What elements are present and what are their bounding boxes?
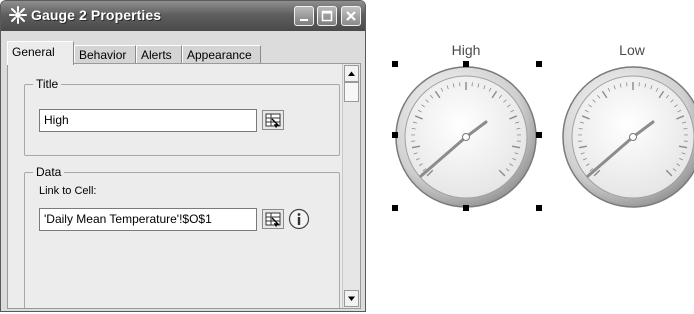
scroll-up-button[interactable]	[344, 65, 359, 82]
gauge-low-hub	[629, 133, 637, 141]
selection-handle-right[interactable]	[536, 132, 542, 138]
tab-behavior[interactable]: Behavior	[74, 45, 136, 63]
gauge-app-icon	[9, 6, 27, 24]
title-group-label: Title	[33, 77, 62, 91]
gauge-high[interactable]	[393, 64, 539, 210]
arrow-up-icon	[348, 71, 355, 76]
selection-handle-bottom-left[interactable]	[392, 205, 398, 211]
title-input[interactable]: High	[39, 109, 257, 132]
maximize-button[interactable]	[317, 6, 337, 26]
tab-strip: General Behavior Alerts Appearance	[7, 39, 361, 65]
selection-handle-top-left[interactable]	[392, 61, 398, 67]
properties-dialog: Gauge 2 Properties General Behavior Aler…	[0, 0, 366, 312]
title-bar[interactable]: Gauge 2 Properties	[1, 1, 365, 31]
scrollbar-thumb[interactable]	[344, 82, 359, 102]
minimize-icon	[300, 19, 308, 21]
link-to-cell-label: Link to Cell:	[39, 185, 97, 197]
close-icon	[346, 11, 356, 21]
maximize-icon	[321, 10, 333, 22]
general-tab-panel: Title High Data Link to Cell: 'Daily Mea…	[7, 63, 361, 309]
selection-handle-left[interactable]	[392, 132, 398, 138]
info-button[interactable]	[288, 208, 310, 230]
tab-alerts[interactable]: Alerts	[136, 45, 182, 63]
selection-handle-top[interactable]	[463, 61, 469, 67]
window-title: Gauge 2 Properties	[31, 7, 162, 23]
link-to-cell-input[interactable]: 'Daily Mean Temperature'!$O$1	[39, 208, 257, 231]
title-group: Title High	[24, 77, 340, 156]
tab-general[interactable]: General	[7, 41, 74, 65]
title-pick-button[interactable]	[262, 110, 284, 130]
gauge-low-title: Low	[619, 42, 645, 58]
gauge-low[interactable]	[560, 64, 694, 210]
arrow-down-icon	[348, 296, 355, 301]
selection-handle-bottom[interactable]	[463, 205, 469, 211]
info-icon	[288, 208, 310, 230]
cell-picker-icon	[265, 113, 281, 128]
data-group-label: Data	[33, 165, 65, 179]
vertical-scrollbar[interactable]	[342, 64, 360, 308]
close-button[interactable]	[341, 6, 361, 26]
link-pick-button[interactable]	[262, 209, 284, 229]
selection-handle-top-right[interactable]	[536, 61, 542, 67]
scroll-down-button[interactable]	[344, 290, 359, 307]
cell-picker-icon	[265, 212, 281, 227]
gauge-high-hub	[462, 133, 470, 141]
properties-scroll-area: Title High Data Link to Cell: 'Daily Mea…	[8, 64, 342, 308]
gauge-high-title: High	[451, 42, 481, 58]
tab-appearance[interactable]: Appearance	[182, 45, 261, 63]
minimize-button[interactable]	[294, 6, 314, 26]
selection-handle-bottom-right[interactable]	[536, 205, 542, 211]
data-group: Data Link to Cell: 'Daily Mean Temperatu…	[24, 165, 340, 308]
